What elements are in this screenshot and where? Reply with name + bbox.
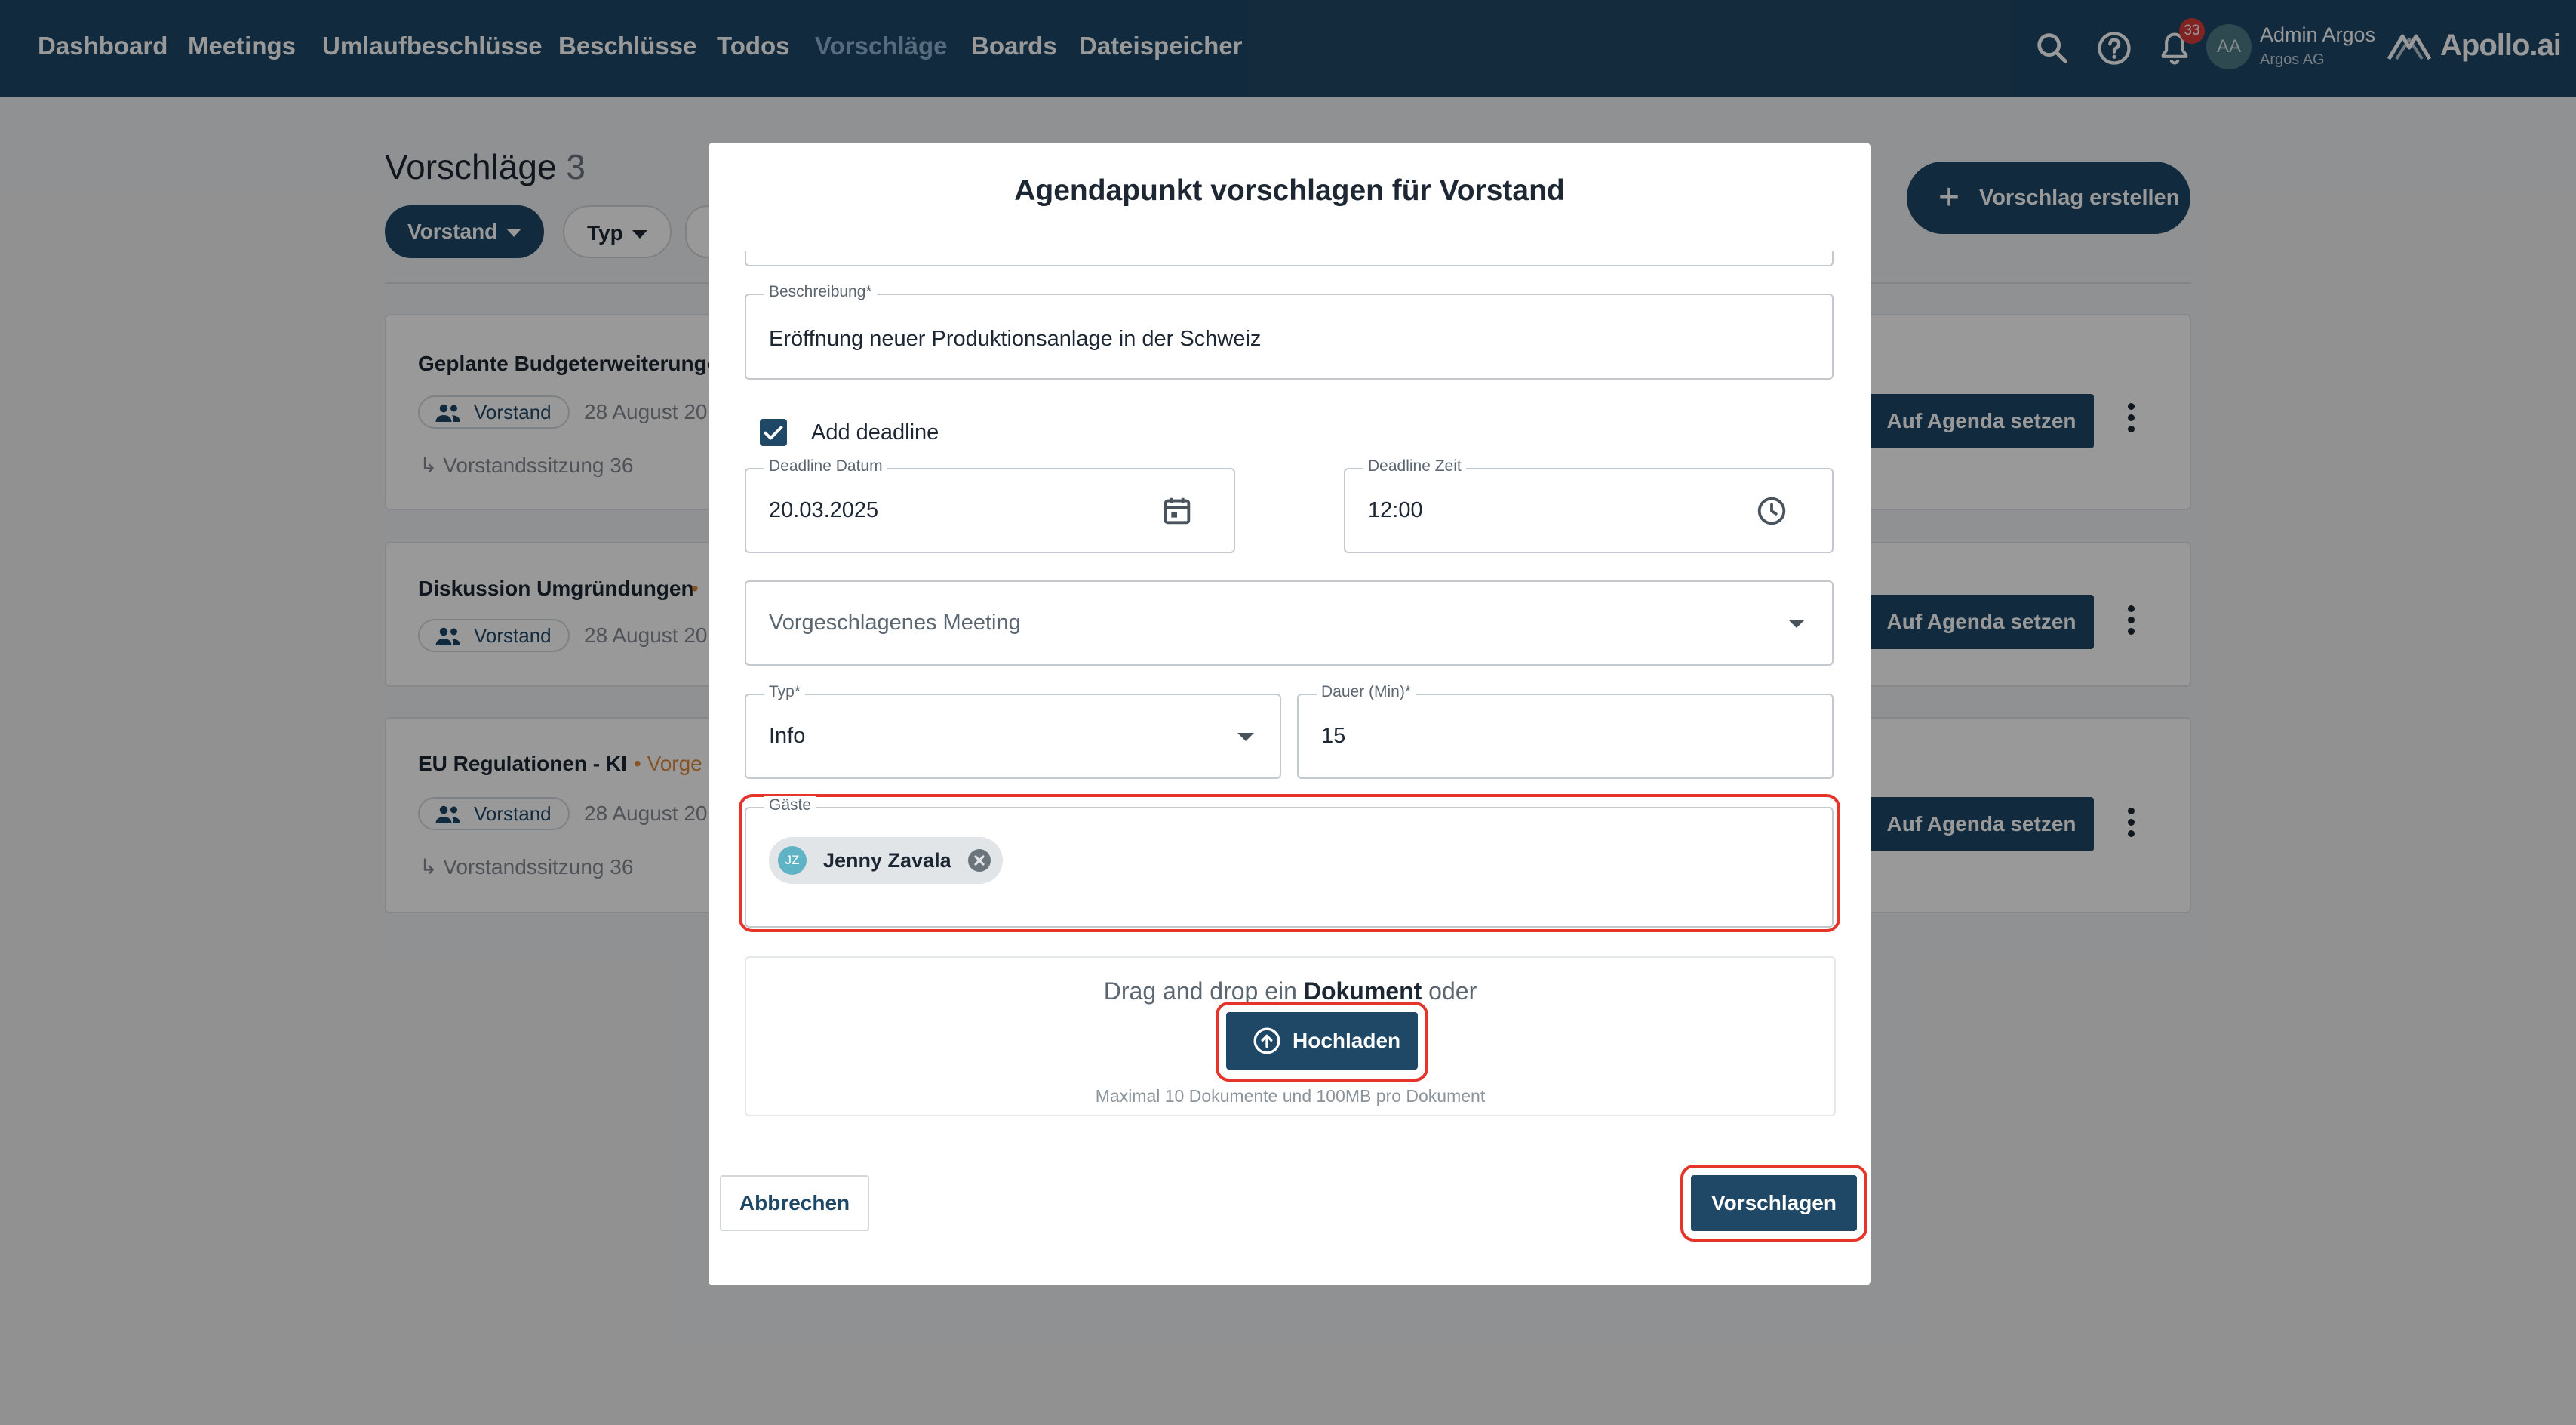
- submit-proposal-button[interactable]: Vorschlagen: [1691, 1175, 1857, 1231]
- drop-text-bold: Dokument: [1303, 977, 1422, 1005]
- suggested-meeting-placeholder: Vorgeschlagenes Meeting: [769, 611, 1021, 635]
- check-icon: [764, 426, 783, 440]
- deadline-checkbox-label[interactable]: Add deadline: [811, 420, 939, 445]
- document-drop-zone[interactable]: Drag and drop ein Dokument oder Hochlade…: [745, 956, 1836, 1116]
- calendar-icon[interactable]: [1160, 494, 1194, 528]
- clock-icon[interactable]: [1754, 494, 1789, 528]
- deadline-date-field[interactable]: Deadline Datum 20.03.2025: [745, 457, 1235, 553]
- upload-button[interactable]: Hochladen: [1226, 1012, 1418, 1070]
- drop-text-prefix: Drag and drop ein: [1103, 977, 1297, 1005]
- duration-field[interactable]: Dauer (Min)* 15: [1297, 683, 1834, 779]
- upload-label: Hochladen: [1293, 1029, 1401, 1052]
- deadline-time-field[interactable]: Deadline Zeit 12:00: [1344, 457, 1834, 553]
- description-field[interactable]: Beschreibung* Eröffnung neuer Produktion…: [745, 283, 1834, 380]
- type-label: Typ*: [764, 683, 806, 701]
- guest-chip[interactable]: JZ Jenny Zavala: [769, 837, 1003, 884]
- description-value: Eröffnung neuer Produktionsanlage in der…: [769, 327, 1262, 351]
- type-value: Info: [769, 724, 806, 748]
- dialog-title: Agendapunkt vorschlagen für Vorstand: [1014, 174, 1565, 207]
- propose-agenda-item-dialog: Agendapunkt vorschlagen für Vorstand Bes…: [709, 143, 1871, 1285]
- drop-text-suffix: oder: [1428, 977, 1477, 1005]
- scroll-fade: [709, 218, 1871, 251]
- guests-label: Gäste: [764, 796, 816, 814]
- duration-label: Dauer (Min)*: [1317, 683, 1416, 701]
- suggested-meeting-select[interactable]: Vorgeschlagenes Meeting: [745, 580, 1834, 666]
- guest-name: Jenny Zavala: [823, 849, 951, 872]
- guest-avatar: JZ: [778, 846, 807, 875]
- chevron-down-icon: [1788, 620, 1805, 628]
- description-label: Beschreibung*: [764, 283, 877, 301]
- remove-guest-icon[interactable]: [967, 849, 991, 872]
- chevron-down-icon: [1237, 733, 1254, 741]
- type-select[interactable]: Typ* Info: [745, 683, 1281, 779]
- deadline-time-label: Deadline Zeit: [1363, 457, 1466, 476]
- duration-value: 15: [1321, 724, 1346, 748]
- guests-field[interactable]: Gäste JZ Jenny Zavala: [745, 796, 1834, 928]
- cancel-button[interactable]: Abbrechen: [720, 1175, 869, 1231]
- upload-icon: [1253, 1027, 1280, 1054]
- deadline-date-label: Deadline Datum: [764, 457, 887, 476]
- deadline-time-value: 12:00: [1368, 498, 1423, 522]
- upload-hint: Maximal 10 Dokumente und 100MB pro Dokum…: [1095, 1086, 1486, 1106]
- deadline-date-value: 20.03.2025: [769, 498, 879, 522]
- deadline-checkbox[interactable]: [760, 419, 787, 446]
